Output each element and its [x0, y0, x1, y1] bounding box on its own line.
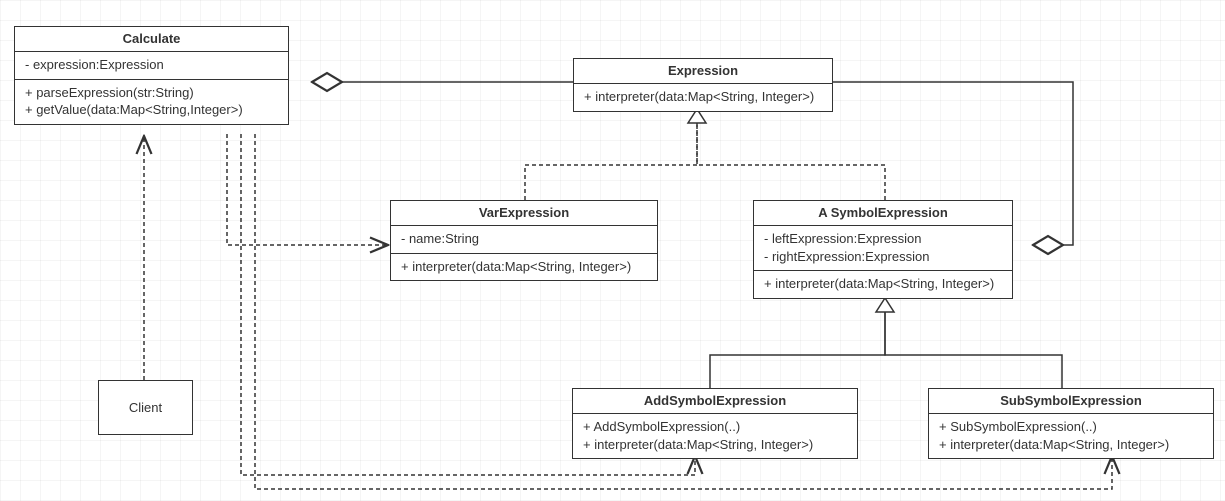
class-title: A SymbolExpression — [754, 201, 1012, 226]
class-methods: + SubSymbolExpression(..) + interpreter(… — [929, 414, 1213, 458]
rel-add-symbol-gen — [710, 312, 885, 388]
class-fields: - name:String — [391, 226, 657, 254]
class-fields: - expression:Expression — [15, 52, 288, 80]
field: - name:String — [401, 230, 647, 248]
class-sub-symbol-expression[interactable]: SubSymbolExpression + SubSymbolExpressio… — [928, 388, 1214, 459]
method: + interpreter(data:Map<String, Integer>) — [584, 88, 822, 106]
method: + AddSymbolExpression(..) — [583, 418, 847, 436]
class-fields: - leftExpression:Expression - rightExpre… — [754, 226, 1012, 271]
class-methods: + interpreter(data:Map<String, Integer>) — [391, 254, 657, 281]
method: + interpreter(data:Map<String, Integer>) — [401, 258, 647, 276]
method: + SubSymbolExpression(..) — [939, 418, 1203, 436]
rel-calc-var — [227, 134, 388, 245]
method: + interpreter(data:Map<String, Integer>) — [939, 436, 1203, 454]
class-calculate[interactable]: Calculate - expression:Expression + pars… — [14, 26, 289, 125]
field: - leftExpression:Expression — [764, 230, 1002, 248]
class-title: AddSymbolExpression — [573, 389, 857, 414]
class-symbol-expression[interactable]: A SymbolExpression - leftExpression:Expr… — [753, 200, 1013, 299]
class-expression[interactable]: Expression + interpreter(data:Map<String… — [573, 58, 833, 112]
class-add-symbol-expression[interactable]: AddSymbolExpression + AddSymbolExpressio… — [572, 388, 858, 459]
method: + interpreter(data:Map<String, Integer>) — [764, 275, 1002, 293]
class-methods: + interpreter(data:Map<String, Integer>) — [754, 271, 1012, 298]
rel-sub-symbol-gen — [885, 312, 1062, 388]
class-title: VarExpression — [391, 201, 657, 226]
method: + getValue(data:Map<String,Integer>) — [25, 101, 278, 119]
class-var-expression[interactable]: VarExpression - name:String + interprete… — [390, 200, 658, 281]
rel-symbol-expr-gen — [697, 123, 885, 200]
class-methods: + AddSymbolExpression(..) + interpreter(… — [573, 414, 857, 458]
field: - rightExpression:Expression — [764, 248, 1002, 266]
field: - expression:Expression — [25, 56, 278, 74]
class-title: Expression — [574, 59, 832, 84]
class-title: SubSymbolExpression — [929, 389, 1213, 414]
class-methods: + parseExpression(str:String) + getValue… — [15, 80, 288, 124]
class-client[interactable]: Client — [98, 380, 193, 435]
method: + interpreter(data:Map<String, Integer>) — [583, 436, 847, 454]
tri-symbol — [876, 298, 894, 312]
rel-var-expr-gen — [525, 123, 697, 200]
method: + parseExpression(str:String) — [25, 84, 278, 102]
class-methods: + interpreter(data:Map<String, Integer>) — [574, 84, 832, 111]
class-title: Calculate — [15, 27, 288, 52]
class-title: Client — [129, 400, 162, 415]
